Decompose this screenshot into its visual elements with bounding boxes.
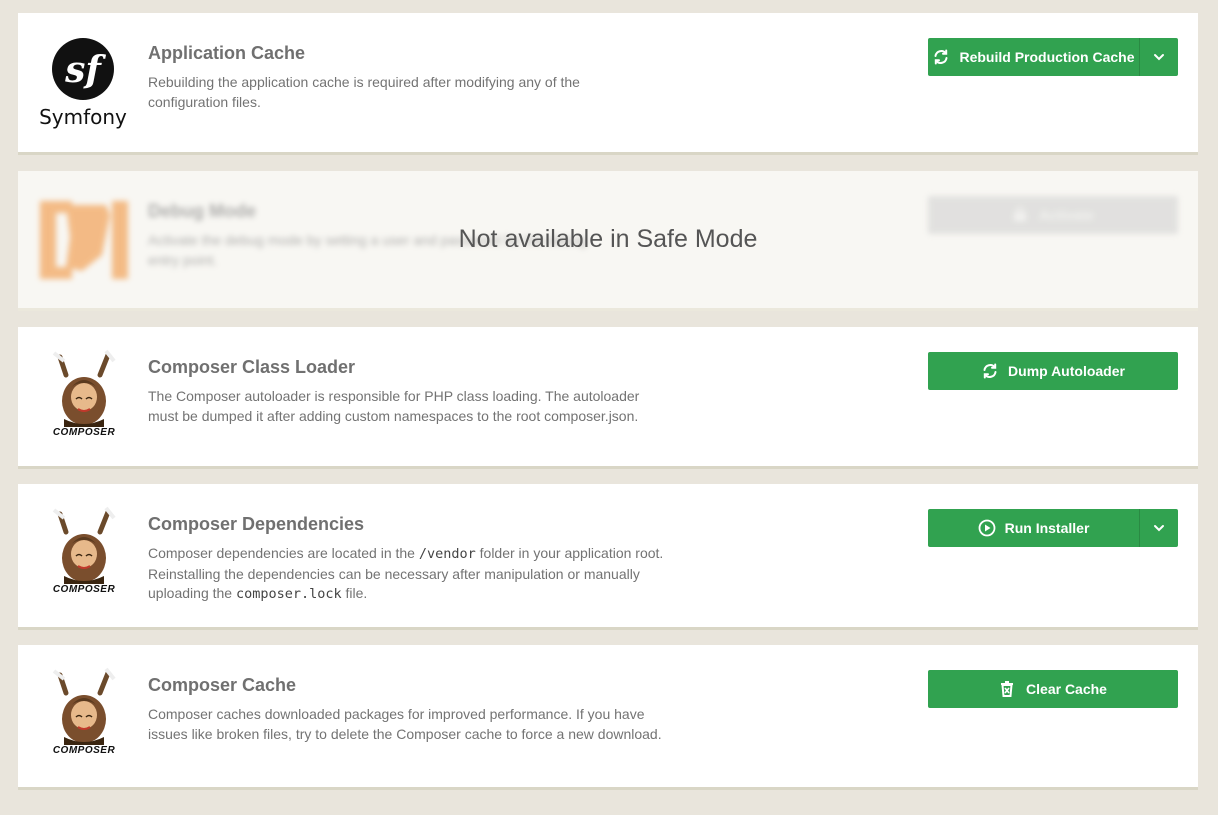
composer-dependencies-card: COMPOSER Composer Dependencies Composer … — [18, 484, 1198, 630]
run-installer-button[interactable]: Run Installer — [928, 509, 1178, 547]
composer-logo-text: COMPOSER — [52, 427, 116, 438]
chevron-down-icon[interactable] — [1139, 38, 1178, 76]
trash-icon — [999, 680, 1017, 698]
composer-lock-file: composer.lock — [235, 586, 342, 602]
card-title: Application Cache — [148, 43, 306, 63]
composer-logo: COMPOSER — [46, 349, 122, 441]
card-description: Composer caches downloaded packages for … — [148, 706, 662, 742]
composer-logo: COMPOSER — [46, 506, 122, 598]
composer-logo: COMPOSER — [46, 667, 122, 759]
chevron-down-icon[interactable] — [1139, 509, 1178, 547]
card-description: Composer dependencies are located in the… — [148, 544, 668, 605]
desc-text: file. — [341, 585, 368, 601]
safe-mode-overlay: Not available in Safe Mode — [458, 225, 758, 253]
composer-logo-text: COMPOSER — [52, 745, 116, 756]
debug-mode-card: Debug Mode Activate the debug mode by se… — [18, 171, 1198, 311]
composer-cache-card: COMPOSER Composer Cache Composer caches … — [18, 645, 1198, 790]
composer-logo-text: COMPOSER — [52, 584, 116, 595]
symfony-logo-text: Symfony — [39, 105, 127, 129]
card-title: Composer Class Loader — [148, 357, 356, 377]
button-label: Clear Cache — [1026, 681, 1107, 697]
symfony-logo: sf Symfony — [38, 33, 128, 133]
composer-class-loader-card: COMPOSER Composer Class Loader The Compo… — [18, 327, 1198, 469]
card-title: Composer Dependencies — [148, 514, 365, 534]
card-description: The Composer autoloader is responsible f… — [148, 388, 640, 424]
dump-autoloader-button[interactable]: Dump Autoloader — [928, 352, 1178, 390]
rebuild-production-cache-button[interactable]: Rebuild Production Cache — [928, 38, 1178, 76]
application-cache-card: sf Symfony Application Cache Rebuilding … — [18, 13, 1198, 155]
button-label: Rebuild Production Cache — [959, 49, 1135, 65]
clear-cache-button[interactable]: Clear Cache — [928, 670, 1178, 708]
play-circle-icon — [978, 519, 996, 537]
button-label: Run Installer — [1004, 520, 1090, 536]
card-title: Composer Cache — [148, 675, 297, 695]
card-description: Rebuilding the application cache is requ… — [148, 74, 580, 110]
refresh-icon — [932, 48, 950, 66]
desc-text: Composer dependencies are located in the — [148, 545, 419, 561]
vendor-path: /vendor — [418, 546, 476, 562]
svg-text:sf: sf — [64, 49, 106, 91]
run-installer-main[interactable]: Run Installer — [928, 509, 1139, 547]
refresh-icon — [981, 362, 999, 380]
rebuild-production-cache-main[interactable]: Rebuild Production Cache — [928, 38, 1139, 76]
maintenance-page: sf Symfony Application Cache Rebuilding … — [0, 0, 1218, 815]
button-label: Dump Autoloader — [1008, 363, 1125, 379]
